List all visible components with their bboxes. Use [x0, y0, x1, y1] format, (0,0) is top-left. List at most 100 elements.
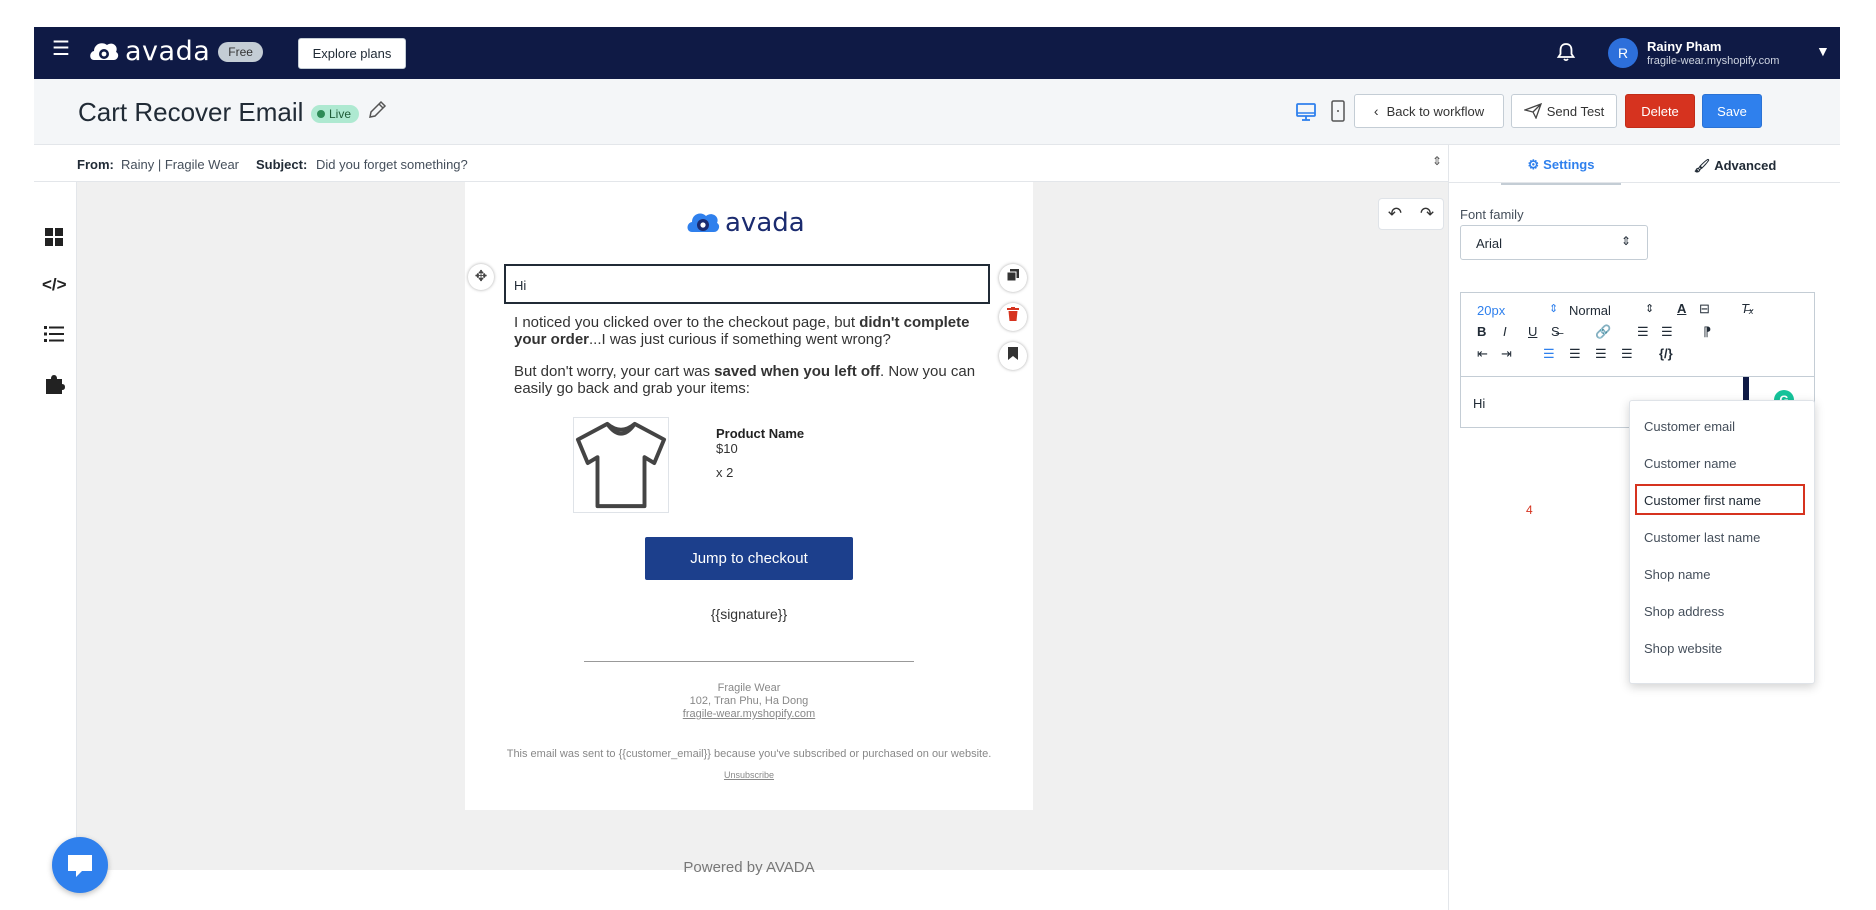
outdent-icon[interactable]: ⇤	[1477, 346, 1488, 362]
footer-note: This email was sent to {{customer_email}…	[506, 748, 992, 760]
chat-icon	[68, 855, 92, 877]
font-size-select[interactable]: 20px	[1477, 303, 1505, 318]
text-direction-icon[interactable]: ⁋	[1703, 324, 1711, 340]
subject-value[interactable]: Did you forget something?	[316, 157, 468, 172]
italic-icon[interactable]: I	[1503, 324, 1507, 339]
text-color-icon[interactable]: A	[1677, 301, 1686, 316]
dropdown-item-shop-name[interactable]: Shop name	[1635, 558, 1805, 589]
puzzle-icon[interactable]	[42, 373, 66, 395]
user-name[interactable]: Rainy Pham	[1647, 39, 1721, 54]
block-type-select[interactable]: Normal	[1569, 303, 1611, 318]
ordered-list-icon[interactable]: ☰	[1637, 324, 1649, 340]
pencil-icon[interactable]	[366, 99, 388, 121]
user-shop-domain: fragile-wear.myshopify.com	[1647, 55, 1780, 67]
align-center-icon[interactable]: ☰	[1569, 346, 1581, 362]
font-family-label: Font family	[1460, 207, 1524, 222]
mobile-view-icon[interactable]	[1330, 100, 1346, 122]
unsubscribe-link[interactable]: Unsubscribe	[465, 770, 1033, 780]
tab-advanced[interactable]: 🖌 Advanced	[1685, 155, 1785, 185]
delete-button[interactable]: Delete	[1625, 94, 1695, 128]
tab-advanced-label: Advanced	[1714, 158, 1777, 173]
tab-settings-label: Settings	[1543, 157, 1595, 172]
tab-settings[interactable]: ⚙ Settings	[1501, 155, 1621, 185]
caret-down-icon[interactable]: ▼	[1816, 43, 1830, 59]
expand-meta-icon[interactable]: ⇕	[1432, 154, 1442, 168]
status-badge: Live	[311, 105, 360, 123]
product-quantity: x 2	[716, 465, 734, 480]
align-justify-icon[interactable]: ☰	[1621, 346, 1633, 362]
avatar[interactable]: R	[1608, 38, 1638, 68]
email-logo[interactable]: avada	[685, 208, 805, 238]
signature-placeholder[interactable]: {{signature}}	[465, 606, 1033, 622]
from-value[interactable]: Rainy | Fragile Wear	[121, 157, 239, 172]
para1-part-a: I noticed you clicked over to the checko…	[514, 314, 860, 331]
gear-icon: ⚙	[1527, 157, 1540, 172]
font-size-caret-icon[interactable]: ⇕	[1549, 302, 1558, 315]
link-icon[interactable]: 🔗	[1595, 324, 1611, 340]
top-nav: ☰ avada Free Explore plans R Rainy Pham …	[34, 27, 1840, 79]
menu-icon[interactable]: ☰	[52, 39, 70, 59]
move-icon[interactable]: ✥	[468, 264, 494, 290]
jump-to-checkout-button[interactable]: Jump to checkout	[645, 537, 853, 580]
bell-icon[interactable]	[1556, 41, 1576, 63]
app-root: ☰ avada Free Explore plans R Rainy Pham …	[34, 27, 1840, 910]
indent-icon[interactable]: ⇥	[1501, 346, 1512, 362]
redo-icon[interactable]: ↷	[1420, 204, 1434, 224]
email-meta-row: From: Rainy | Fragile Wear Subject: Did …	[34, 145, 1448, 182]
dropdown-item-customer-last-name[interactable]: Customer last name	[1635, 521, 1805, 552]
highlight-icon[interactable]: ⊟	[1699, 301, 1710, 317]
underline-icon[interactable]: U	[1528, 324, 1537, 339]
strikethrough-icon[interactable]: S̶	[1551, 324, 1560, 339]
unordered-list-icon[interactable]: ☰	[1661, 324, 1673, 340]
trash-icon[interactable]	[999, 303, 1027, 331]
bold-icon[interactable]: B	[1477, 324, 1486, 339]
greeting-block[interactable]: Hi	[504, 264, 990, 304]
bookmark-icon[interactable]	[999, 342, 1027, 370]
para2-part-a: But don't worry, your cart was	[514, 363, 715, 380]
back-to-workflow-button[interactable]: ‹ Back to workflow	[1354, 94, 1504, 128]
footer-divider	[584, 661, 914, 662]
paper-plane-icon	[1523, 103, 1542, 119]
save-button[interactable]: Save	[1702, 94, 1762, 128]
align-left-icon[interactable]: ☰	[1543, 346, 1555, 362]
copy-icon	[1006, 269, 1019, 282]
clear-format-icon[interactable]: T̶ₓ	[1741, 301, 1754, 316]
send-test-button[interactable]: Send Test	[1511, 94, 1617, 128]
desktop-view-icon[interactable]	[1295, 101, 1317, 123]
para2-part-b: saved when you left off	[714, 363, 881, 380]
page-header: Cart Recover Email Live ‹ Back to workfl…	[34, 79, 1840, 145]
dropdown-item-customer-email[interactable]: Customer email	[1635, 410, 1805, 441]
explore-plans-button[interactable]: Explore plans	[298, 38, 406, 69]
dropdown-item-customer-name[interactable]: Customer name	[1635, 447, 1805, 478]
plan-badge: Free	[218, 41, 263, 62]
brand-logo[interactable]: avada Free	[88, 36, 263, 67]
page-title: Cart Recover Email	[78, 97, 304, 127]
blocks-icon[interactable]	[42, 226, 66, 248]
back-label: Back to workflow	[1386, 103, 1485, 119]
editor-sidebar: </>	[34, 182, 77, 910]
chat-support-button[interactable]	[52, 837, 108, 893]
duplicate-icon[interactable]	[999, 264, 1027, 292]
insert-variable-button[interactable]: {/}	[1659, 346, 1673, 361]
footer-address: 102, Tran Phu, Ha Dong	[689, 695, 809, 707]
align-right-icon[interactable]: ☰	[1595, 346, 1607, 362]
variables-dropdown: Customer email Customer name Customer fi…	[1629, 400, 1815, 684]
undo-icon[interactable]: ↶	[1388, 204, 1402, 224]
footer-shop-link[interactable]: fragile-wear.myshopify.com	[465, 708, 1033, 720]
email-preview: avada ✥ Hi I noticed you clicked over to…	[465, 182, 1033, 810]
dropdown-item-shop-website[interactable]: Shop website	[1635, 632, 1805, 663]
email-paragraph-1[interactable]: I noticed you clicked over to the checko…	[514, 314, 994, 348]
list-icon[interactable]	[42, 323, 66, 345]
rich-text-toolbar: 20px ⇕ Normal ⇕ A ⊟ T̶ₓ B I U S̶ 🔗 ☰ ☰ ⁋…	[1460, 292, 1815, 376]
subject-label: Subject:	[256, 157, 308, 172]
code-icon[interactable]: </>	[42, 274, 67, 296]
tabs-divider	[1449, 182, 1840, 183]
block-type-caret-icon[interactable]: ⇕	[1645, 302, 1654, 315]
powered-by-text: Powered by AVADA	[683, 859, 815, 876]
font-family-select[interactable]: Arial ⇕	[1460, 225, 1648, 260]
email-paragraph-2[interactable]: But don't worry, your cart was saved whe…	[514, 363, 994, 397]
send-test-label: Send Test	[1546, 103, 1605, 119]
avada-logo-icon	[687, 213, 720, 232]
dropdown-item-shop-address[interactable]: Shop address	[1635, 595, 1805, 626]
dropdown-item-customer-first-name[interactable]: Customer first name	[1635, 484, 1805, 515]
